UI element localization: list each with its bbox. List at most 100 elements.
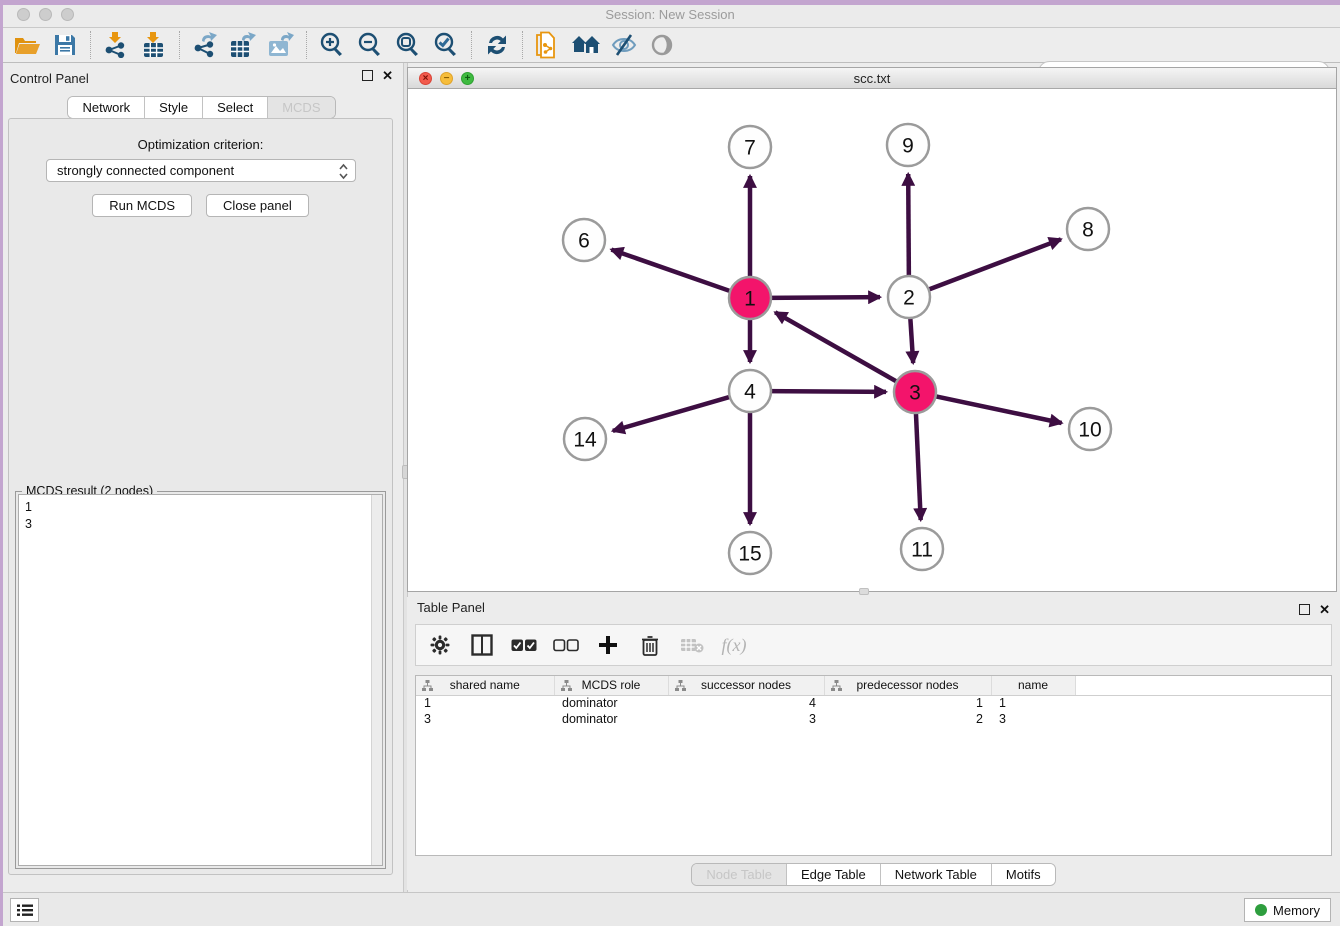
- table-row[interactable]: 1dominator411: [416, 695, 1331, 711]
- column-header-successor-nodes[interactable]: successor nodes: [668, 676, 824, 695]
- tab-motifs[interactable]: Motifs: [992, 864, 1055, 885]
- criterion-select[interactable]: strongly connected component: [46, 159, 356, 182]
- graph-edge-2-9[interactable]: [908, 174, 909, 279]
- graph-edge-2-8[interactable]: [926, 239, 1061, 290]
- column-header-predecessor-nodes[interactable]: predecessor nodes: [824, 676, 991, 695]
- graph-edge-4-14[interactable]: [613, 396, 733, 431]
- unselect-all-columns-button[interactable]: [552, 631, 580, 659]
- graph-node-8[interactable]: 8: [1067, 208, 1109, 250]
- hide-selected-button[interactable]: [605, 30, 643, 60]
- graph-edge-3-1[interactable]: [775, 312, 899, 383]
- memory-button[interactable]: Memory: [1244, 898, 1331, 922]
- graph-node-1[interactable]: 1: [729, 277, 771, 319]
- close-table-panel-icon[interactable]: ✕: [1319, 604, 1330, 615]
- close-panel-button[interactable]: Close panel: [206, 194, 309, 217]
- graph-edge-3-11[interactable]: [916, 410, 921, 520]
- desktop-edge-top: [0, 0, 1340, 5]
- tab-style[interactable]: Style: [145, 97, 203, 118]
- export-table-icon: [230, 32, 256, 58]
- graph-node-label: 6: [578, 230, 590, 253]
- mcds-result-line: 3: [25, 516, 32, 533]
- table-cell: 1: [991, 695, 1075, 711]
- eye-icon: [650, 33, 674, 57]
- first-neighbors-button[interactable]: [567, 30, 605, 60]
- graph-node-4[interactable]: 4: [729, 370, 771, 412]
- open-session-button[interactable]: [8, 30, 46, 60]
- graph-node-10[interactable]: 10: [1069, 408, 1111, 450]
- graph-node-7[interactable]: 7: [729, 126, 771, 168]
- export-image-button[interactable]: [262, 30, 300, 60]
- tab-node-table[interactable]: Node Table: [692, 864, 787, 885]
- select-all-columns-button[interactable]: [510, 631, 538, 659]
- toolbar-separator: [306, 31, 307, 59]
- table-cell: 4: [668, 695, 824, 711]
- float-table-panel-icon[interactable]: [1299, 604, 1310, 615]
- export-network-button[interactable]: [186, 30, 224, 60]
- mcds-result-textarea[interactable]: 13: [18, 494, 383, 866]
- result-scrollbar[interactable]: [371, 495, 382, 865]
- graph-node-label: 11: [911, 539, 933, 562]
- graph-node-9[interactable]: 9: [887, 124, 929, 166]
- graph-node-14[interactable]: 14: [564, 418, 606, 460]
- network-view-title: scc.txt: [408, 71, 1336, 86]
- table-cell: 1: [416, 695, 554, 711]
- tab-select[interactable]: Select: [203, 97, 268, 118]
- import-network-button[interactable]: [97, 30, 135, 60]
- zoom-out-button[interactable]: [351, 30, 389, 60]
- control-panel: Control Panel ✕ Network Style Select MCD…: [0, 63, 403, 892]
- graph-node-15[interactable]: 15: [729, 532, 771, 574]
- graph-node-6[interactable]: 6: [563, 219, 605, 261]
- show-all-button[interactable]: [643, 30, 681, 60]
- delete-table-button[interactable]: [678, 631, 706, 659]
- zoom-selected-button[interactable]: [427, 30, 465, 60]
- close-panel-icon[interactable]: ✕: [382, 70, 393, 81]
- tab-edge-table[interactable]: Edge Table: [787, 864, 881, 885]
- graph-node-label: 7: [744, 137, 756, 160]
- column-header-name[interactable]: name: [991, 676, 1075, 695]
- float-panel-icon[interactable]: [362, 70, 373, 81]
- table-delete-icon: [680, 637, 704, 653]
- import-network-icon: [104, 32, 128, 58]
- graph-node-3[interactable]: 3: [894, 371, 936, 413]
- show-task-history-button[interactable]: [10, 898, 39, 922]
- new-network-from-selection-button[interactable]: [529, 30, 567, 60]
- column-header-shared-name[interactable]: shared name: [416, 676, 554, 695]
- table-cell: 3: [991, 711, 1075, 727]
- table-row[interactable]: 3dominator323: [416, 711, 1331, 727]
- function-builder-button[interactable]: f(x): [720, 631, 748, 659]
- graph-edge-4-3[interactable]: [768, 391, 886, 392]
- graph-node-2[interactable]: 2: [888, 276, 930, 318]
- mcds-tab-content: Optimization criterion: strongly connect…: [8, 118, 393, 875]
- create-column-button[interactable]: [594, 631, 622, 659]
- graph-edge-2-3[interactable]: [910, 315, 913, 363]
- graph-node-label: 3: [909, 382, 921, 405]
- tab-network[interactable]: Network: [68, 97, 145, 118]
- show-column-button[interactable]: [468, 631, 496, 659]
- table-cell: dominator: [554, 695, 668, 711]
- checkboxes-checked-icon: [511, 639, 537, 652]
- graph-edge-1-2[interactable]: [768, 297, 880, 298]
- column-header-label: name: [1018, 678, 1048, 692]
- graph-node-11[interactable]: 11: [901, 528, 943, 570]
- apply-layout-button[interactable]: [478, 30, 516, 60]
- tab-network-table[interactable]: Network Table: [881, 864, 992, 885]
- zoom-fit-button[interactable]: [389, 30, 427, 60]
- import-table-button[interactable]: [135, 30, 173, 60]
- network-column-icon: [561, 680, 572, 691]
- network-column-icon: [675, 680, 686, 691]
- run-mcds-button[interactable]: Run MCDS: [92, 194, 192, 217]
- export-table-button[interactable]: [224, 30, 262, 60]
- delete-column-button[interactable]: [636, 631, 664, 659]
- network-canvas[interactable]: 7 9 6 8 1 2 4 3 14 10 15 11: [408, 89, 1336, 591]
- table-settings-button[interactable]: [426, 631, 454, 659]
- graph-edge-1-6[interactable]: [611, 250, 733, 292]
- zoom-in-button[interactable]: [313, 30, 351, 60]
- save-session-button[interactable]: [46, 30, 84, 60]
- node-table[interactable]: shared nameMCDS rolesuccessor nodesprede…: [415, 675, 1332, 856]
- horizontal-splitter-handle[interactable]: [859, 588, 869, 595]
- column-header-MCDS-role[interactable]: MCDS role: [554, 676, 668, 695]
- checkboxes-unchecked-icon: [553, 639, 579, 652]
- graph-node-label: 8: [1082, 219, 1094, 242]
- tab-mcds[interactable]: MCDS: [268, 97, 334, 118]
- graph-edge-3-10[interactable]: [933, 396, 1062, 423]
